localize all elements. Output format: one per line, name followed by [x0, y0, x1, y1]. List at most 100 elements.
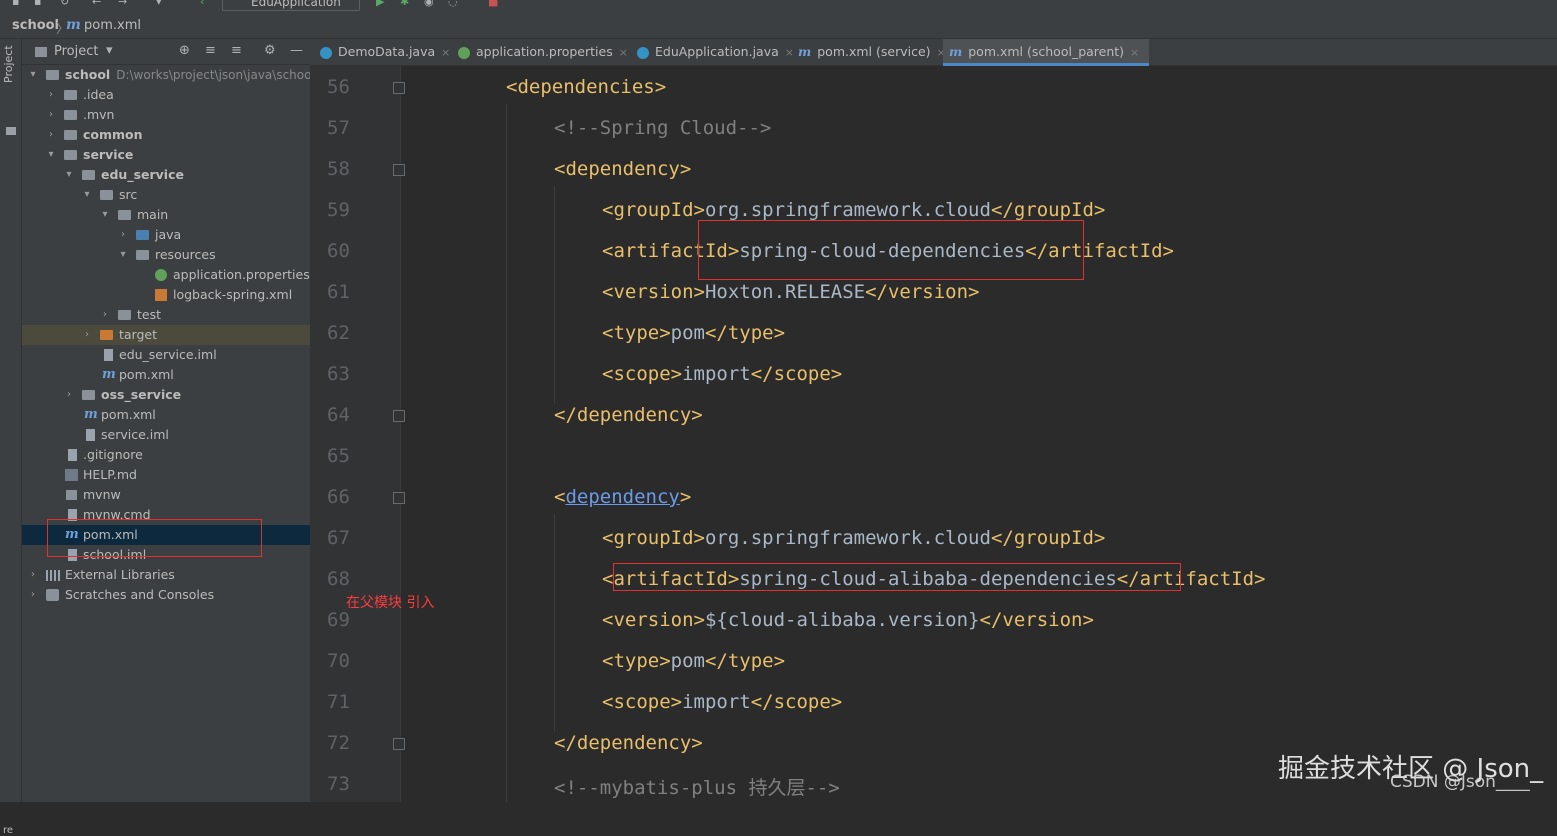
chevron-right-icon[interactable]: › [100, 305, 110, 325]
xml-close-tag: </type> [704, 322, 786, 344]
profile-icon[interactable]: ◌ [448, 0, 460, 8]
chevron-down-icon[interactable]: ▾ [82, 185, 92, 205]
tree-item-java[interactable]: › java [22, 225, 310, 245]
tree-item-src[interactable]: ▾ src [22, 185, 310, 205]
tree-item-mvnw[interactable]: mvnw [22, 485, 310, 505]
tree-item-resources[interactable]: ▾ resources [22, 245, 310, 265]
line-number: 56 [327, 76, 350, 98]
xml-open-tag: <version> [602, 609, 705, 631]
chevron-right-icon[interactable]: › [46, 125, 56, 145]
project-tool-icon[interactable] [6, 127, 16, 135]
chevron-down-icon[interactable]: ▾ [118, 245, 128, 265]
coverage-icon[interactable]: ◉ [424, 0, 436, 8]
tree-item-label: src [119, 187, 138, 202]
close-icon[interactable]: × [1130, 46, 1139, 59]
redo-icon[interactable]: → [118, 0, 130, 8]
tree-item-mvn[interactable]: › .mvn [22, 105, 310, 125]
tree-item-school[interactable]: ▾ school D:\works\project\json\java\schoo… [22, 65, 314, 85]
close-icon[interactable]: × [785, 46, 794, 59]
tree-item-edu-iml[interactable]: edu_service.iml [22, 345, 310, 365]
structure-tool-button[interactable]: re [3, 825, 13, 836]
fold-marker[interactable] [393, 410, 405, 422]
scratches-icon [46, 589, 59, 601]
shell-file-icon [66, 490, 77, 500]
refresh-icon[interactable]: ↻ [60, 0, 72, 8]
expand-all-icon[interactable]: ≡ [205, 43, 216, 58]
xml-tag-link[interactable]: dependency [565, 486, 679, 508]
back-icon[interactable]: ‹ [200, 0, 212, 8]
chevron-right-icon[interactable]: › [46, 105, 56, 125]
code-line-61: <version>Hoxton.RELEASE</version> [602, 281, 980, 303]
tree-item-test[interactable]: › test [22, 305, 310, 325]
chevron-down-icon[interactable]: ▾ [46, 145, 56, 165]
chevron-right-icon[interactable]: › [82, 325, 92, 345]
breadcrumb-file[interactable]: pom.xml [84, 18, 141, 33]
breadcrumb-project[interactable]: school [12, 18, 59, 33]
chevron-right-icon[interactable]: › [46, 85, 56, 105]
tree-item-application-properties[interactable]: application.properties [22, 265, 310, 285]
open-icon[interactable]: ▪ [12, 0, 24, 8]
tree-item-oss-service[interactable]: › oss_service [22, 385, 310, 405]
tree-item-service-pom[interactable]: m pom.xml [22, 405, 310, 425]
code-editor[interactable]: 56 57 58 59 60 61 62 63 64 65 66 67 68 6… [310, 66, 1557, 802]
fold-marker[interactable] [393, 82, 405, 94]
tree-item-edu-service[interactable]: ▾ edu_service [22, 165, 310, 185]
tree-item-common[interactable]: › common [22, 125, 310, 145]
collapse-all-icon[interactable]: ≡ [231, 43, 242, 58]
tree-item-service-iml[interactable]: service.iml [22, 425, 310, 445]
chevron-right-icon[interactable]: › [28, 565, 38, 585]
project-tool-button[interactable]: Project [2, 43, 15, 83]
tree-item-label: java [155, 227, 182, 242]
tree-item-main[interactable]: ▾ main [22, 205, 310, 225]
chevron-down-icon[interactable]: ▾ [106, 43, 113, 58]
chevron-down-icon[interactable]: ▾ [28, 65, 38, 85]
tab-pom-service[interactable]: m pom.xml (service) × [798, 39, 946, 65]
resources-folder-icon [136, 250, 149, 260]
module-folder-icon [64, 150, 77, 160]
hide-icon[interactable]: — [290, 43, 303, 58]
tab-label: application.properties [476, 44, 613, 59]
annotation-note: 在父模块 引入 [346, 595, 435, 611]
tree-item-help[interactable]: HELP.md [22, 465, 310, 485]
undo-icon[interactable]: ← [92, 0, 104, 8]
run-config-select[interactable]: EduApplication [222, 0, 360, 11]
tab-application-properties[interactable]: application.properties × [458, 39, 628, 65]
fold-marker[interactable] [393, 492, 405, 504]
tree-item-external-libraries[interactable]: › External Libraries [22, 565, 310, 585]
tree-item-target[interactable]: › target [22, 325, 310, 345]
stop-icon[interactable]: ■ [488, 0, 500, 8]
gear-icon[interactable]: ⚙ [264, 43, 276, 58]
tree-item-edu-pom[interactable]: m pom.xml [22, 365, 310, 385]
fold-marker[interactable] [393, 738, 405, 750]
tab-label: EduApplication.java [655, 44, 779, 59]
tree-item-label: test [137, 307, 162, 322]
fold-marker[interactable] [393, 164, 405, 176]
tree-item-scratches[interactable]: › Scratches and Consoles [22, 585, 310, 605]
tree-item-gitignore[interactable]: .gitignore [22, 445, 310, 465]
tab-demodata[interactable]: DemoData.java × [320, 39, 450, 65]
project-view-title[interactable]: Project [54, 44, 98, 59]
tree-item-idea[interactable]: › .idea [22, 85, 310, 105]
locate-icon[interactable]: ⊕ [179, 43, 190, 58]
code-line-59: <groupId>org.springframework.cloud</grou… [602, 199, 1105, 221]
save-icon[interactable]: ▪ [34, 0, 46, 8]
close-icon[interactable]: × [619, 46, 628, 59]
tab-eduapplication[interactable]: EduApplication.java × [637, 39, 794, 65]
chevron-right-icon[interactable]: › [28, 585, 38, 605]
tree-item-label: resources [155, 247, 216, 262]
line-number: 64 [327, 404, 350, 426]
chevron-down-icon[interactable]: ▾ [100, 205, 110, 225]
chevron-right-icon[interactable]: › [118, 225, 128, 245]
run-icon[interactable]: ▶ [376, 0, 388, 8]
tree-item-label: External Libraries [65, 567, 175, 582]
debug-icon[interactable]: ✱ [400, 0, 412, 8]
tree-item-logback[interactable]: logback-spring.xml [22, 285, 310, 305]
xml-close-tag: </scope> [750, 691, 843, 713]
chevron-right-icon[interactable]: › [64, 385, 74, 405]
tree-item-service[interactable]: ▾ service [22, 145, 310, 165]
java-class-icon [320, 46, 332, 59]
build-icon[interactable]: ▾ [156, 0, 168, 8]
tab-pom-school-parent[interactable]: m pom.xml (school_parent) × [943, 39, 1150, 66]
chevron-down-icon[interactable]: ▾ [64, 165, 74, 185]
close-icon[interactable]: × [441, 46, 450, 59]
